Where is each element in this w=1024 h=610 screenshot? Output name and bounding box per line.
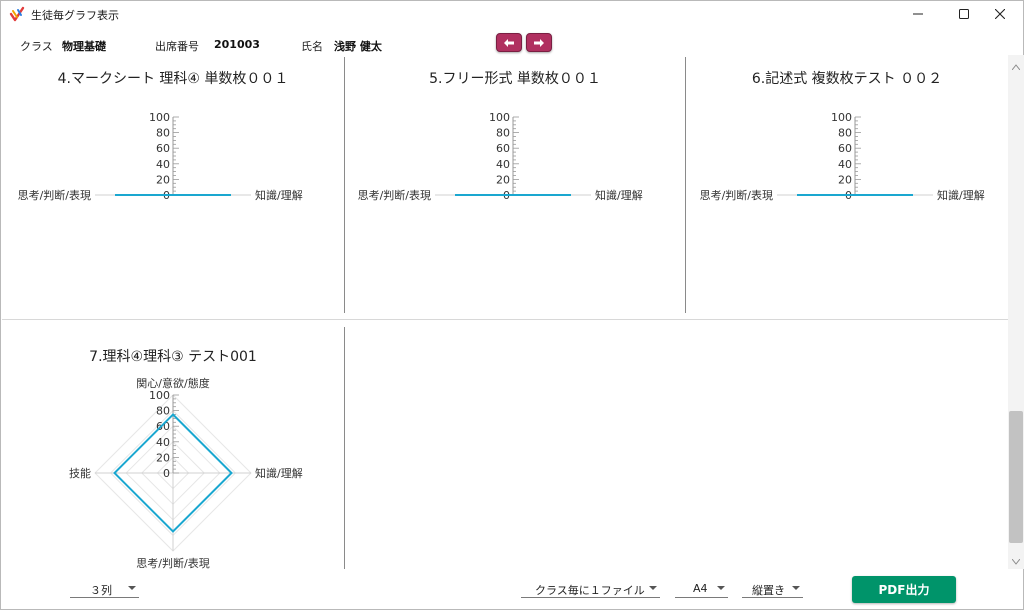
chart-grid: 4.マークシート 理科④ 単数枚００１ 5.フリー形式 単数枚００１ 6.記述式…	[2, 55, 1008, 569]
radar-axis-label: 知識/理解	[937, 188, 985, 202]
paper-size-select[interactable]: A4	[675, 580, 728, 598]
radar-tick-label: 80	[496, 127, 510, 140]
radar-tick-label: 60	[496, 142, 510, 155]
scroll-up-button[interactable]	[1008, 57, 1024, 71]
student-name-label: 氏名	[301, 40, 323, 53]
radar-axis-label: 知識/理解	[255, 188, 303, 202]
radar-tick-label: 40	[838, 158, 852, 171]
maximize-icon	[959, 9, 969, 19]
radar-axis-label: 知識/理解	[255, 466, 303, 480]
pdf-output-button[interactable]: PDF出力	[852, 576, 956, 603]
radar-tick-label: 40	[496, 158, 510, 171]
charts-canvas: 100806040200知識/理解思考/判断/表現100806040200知識/…	[18, 111, 985, 569]
radar-tick-label: 40	[156, 158, 170, 171]
vertical-scrollbar[interactable]	[1008, 55, 1024, 569]
app-logo-icon	[9, 6, 25, 22]
radar-axis-label: 知識/理解	[595, 188, 643, 202]
caret-down-icon	[1011, 550, 1021, 569]
radar-tick-label: 60	[156, 420, 170, 433]
arrow-right-icon	[533, 33, 545, 52]
close-icon	[995, 9, 1005, 19]
class-label: クラス	[20, 40, 53, 53]
radar-tick-label: 60	[838, 142, 852, 155]
radar-tick-label: 40	[156, 436, 170, 449]
radar-tick-label: 60	[156, 142, 170, 155]
scroll-down-button[interactable]	[1008, 552, 1024, 566]
radar-axis-label: 技能	[69, 466, 91, 480]
chevron-down-icon	[792, 586, 800, 590]
radar-tick-label: 0	[163, 467, 170, 480]
radar-axis-label: 関心/意欲/態度	[136, 376, 209, 390]
chevron-down-icon	[649, 586, 657, 590]
orientation-select[interactable]: 縦置き	[742, 580, 803, 598]
file-mode-select-value: クラス毎に１ファイル	[535, 584, 645, 597]
radar-tick-label: 80	[156, 405, 170, 418]
radar-axis-label: 思考/判断/表現	[358, 188, 431, 202]
radar-tick-label: 20	[156, 173, 170, 186]
columns-select-value: ３列	[90, 584, 112, 597]
window-title: 生徒毎グラフ表示	[31, 9, 119, 22]
radar-tick-label: 100	[831, 111, 852, 124]
radar-tick-label: 80	[838, 127, 852, 140]
attendance-number-value: 201003	[214, 38, 260, 51]
radar-tick-label: 20	[838, 173, 852, 186]
chevron-down-icon	[717, 586, 725, 590]
next-student-button[interactable]	[526, 33, 552, 52]
orientation-select-value: 縦置き	[752, 584, 785, 597]
paper-size-select-value: A4	[693, 582, 708, 595]
arrow-left-icon	[503, 33, 515, 52]
chevron-down-icon	[128, 586, 136, 590]
minimize-icon	[913, 9, 923, 19]
class-value: 物理基礎	[62, 40, 106, 53]
columns-select[interactable]: ３列	[70, 580, 139, 598]
app-window: 生徒毎グラフ表示 クラス 物理基礎 出席番号 201003 氏名 浅野 健太 4…	[0, 0, 1024, 610]
previous-student-button[interactable]	[496, 33, 522, 52]
caret-up-icon	[1011, 55, 1021, 74]
radar-tick-label: 100	[489, 111, 510, 124]
radar-axis-label: 思考/判断/表現	[18, 188, 91, 202]
file-mode-select[interactable]: クラス毎に１ファイル	[521, 580, 660, 598]
minimize-button[interactable]	[895, 1, 941, 27]
student-name-value: 浅野 健太	[334, 40, 382, 53]
radar-tick-label: 20	[496, 173, 510, 186]
close-button[interactable]	[977, 1, 1023, 27]
radar-tick-label: 20	[156, 451, 170, 464]
radar-tick-label: 100	[149, 389, 170, 402]
scroll-thumb[interactable]	[1009, 411, 1023, 543]
radar-axis-label: 思考/判断/表現	[700, 188, 773, 202]
attendance-number-label: 出席番号	[155, 40, 199, 53]
title-bar: 生徒毎グラフ表示	[1, 1, 1023, 27]
radar-axis-label: 思考/判断/表現	[136, 556, 209, 569]
radar-tick-label: 80	[156, 127, 170, 140]
radar-tick-label: 100	[149, 111, 170, 124]
